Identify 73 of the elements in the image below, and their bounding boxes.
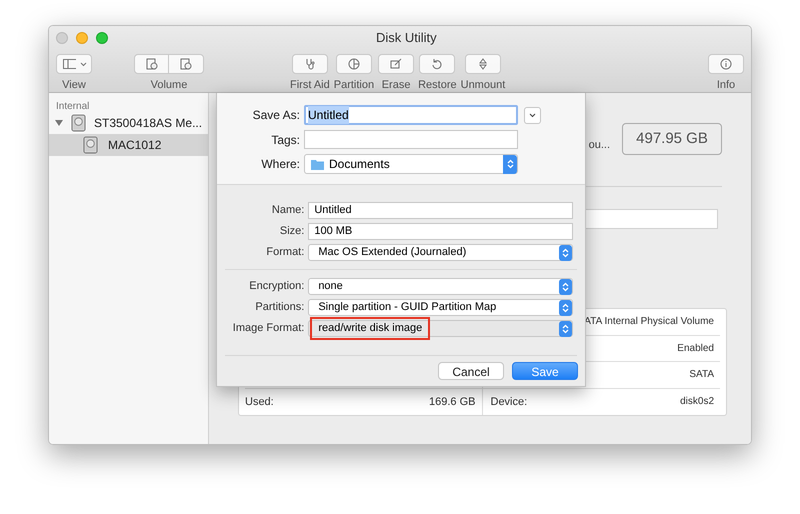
toolbar-label: Volume	[150, 80, 188, 91]
popup-menu[interactable]: read/write disk image	[308, 320, 573, 337]
field-label: Name:	[270, 203, 306, 218]
info-icon	[720, 58, 732, 70]
truncated-text: ou...	[588, 138, 610, 152]
toolbar-label: View	[62, 80, 86, 91]
caret-icon	[529, 112, 536, 118]
add-volume-icon	[146, 58, 158, 70]
cancel-button[interactable]: Cancel	[438, 362, 504, 380]
field-label: Format:	[265, 245, 306, 260]
popup-stepper-icon	[559, 278, 572, 294]
tags-field[interactable]	[304, 130, 518, 149]
info-label: Used:	[245, 394, 274, 410]
popup-menu[interactable]: Mac OS Extended (Journaled)	[308, 244, 573, 261]
toolbar-label: Erase	[382, 80, 410, 91]
field-label: Image Format:	[232, 321, 306, 336]
field-value: Untitled	[313, 203, 353, 218]
stethoscope-icon	[304, 58, 316, 70]
popup-stepper-icon	[559, 244, 572, 260]
eject-icon	[476, 58, 489, 70]
toolbar-button[interactable]	[56, 54, 92, 74]
field-label: Size:	[278, 224, 306, 240]
popup-menu[interactable]: none	[308, 278, 573, 295]
disclosure-triangle-icon[interactable]	[55, 119, 63, 127]
info-value: 169.6 GB	[429, 394, 476, 410]
toolbar-button[interactable]	[708, 54, 744, 74]
toolbar-label: Partition	[334, 80, 374, 91]
stepper-icon	[506, 159, 514, 169]
capacity-badge: 497.95 GB	[622, 123, 722, 155]
folder-icon	[311, 158, 324, 170]
toolbar-label: First Aid	[290, 80, 330, 91]
info-value: Enabled	[677, 342, 714, 356]
info-label: Device:	[490, 394, 528, 410]
field-label: Save As:	[252, 107, 301, 124]
popup-menu[interactable]: Single partition - GUID Partition Map	[308, 299, 573, 316]
zoom-window-button[interactable]	[96, 32, 108, 44]
input-field[interactable]: 100 MB	[308, 223, 573, 240]
window-title: Disk Utility	[376, 29, 437, 48]
info-value: SATA	[689, 368, 714, 382]
sidebar-item[interactable]: ST3500418AS Me...	[49, 112, 208, 134]
field-label: Encryption:	[248, 279, 306, 294]
toolbar-label: Restore	[418, 80, 457, 91]
volume-button-group[interactable]	[134, 54, 204, 74]
save-as-field[interactable]: Untitled	[304, 105, 518, 125]
pencil-icon	[390, 58, 402, 70]
toolbar-button[interactable]	[336, 54, 372, 74]
field-label: Where:	[260, 156, 301, 173]
toolbar-button[interactable]	[464, 54, 501, 74]
pie-chart-icon	[348, 58, 360, 70]
field-label: Partitions:	[254, 300, 306, 316]
popup-stepper-icon	[559, 300, 572, 316]
toolbar-button[interactable]	[419, 54, 456, 74]
restore-icon	[431, 58, 444, 70]
sidebar-section-label: Internal	[55, 100, 90, 112]
field-label: Tags:	[270, 132, 301, 148]
toolbar-button[interactable]	[378, 54, 414, 74]
field-value: Mac OS Extended (Journaled)	[317, 245, 468, 260]
location-popup[interactable]: Documents	[304, 154, 518, 174]
field-value: none	[317, 279, 344, 294]
popup-stepper-icon	[559, 320, 572, 336]
field-value: 100 MB	[313, 224, 354, 240]
remove-volume-icon	[180, 58, 192, 70]
info-value: disk0s2	[680, 395, 714, 410]
toolbar-label: Info	[716, 80, 736, 91]
sidebar-icon	[62, 58, 76, 70]
expand-button[interactable]	[524, 106, 541, 124]
toolbar-button[interactable]	[292, 54, 328, 74]
input-field[interactable]: Untitled	[308, 202, 573, 219]
caret-icon	[80, 62, 86, 66]
highlighted-value: read/write disk image	[310, 317, 430, 340]
field-value: Single partition - GUID Partition Map	[317, 300, 498, 316]
toolbar-label: Unmount	[460, 80, 506, 91]
sidebar-item[interactable]: MAC1012	[49, 134, 208, 156]
